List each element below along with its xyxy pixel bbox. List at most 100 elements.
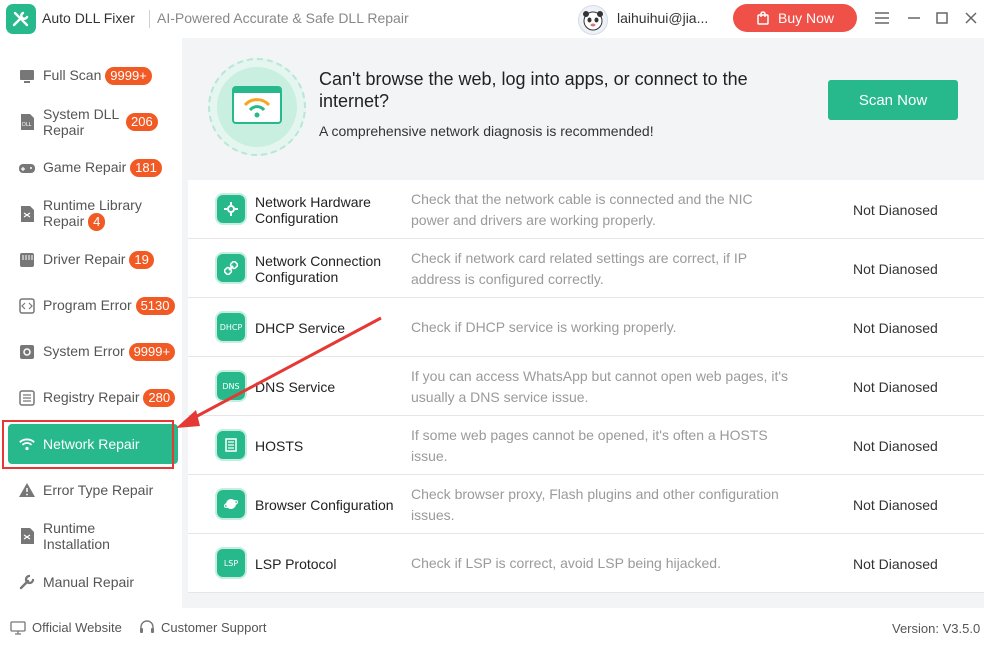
runtime-library-icon [18, 205, 36, 223]
check-status: Not Dianosed [853, 201, 938, 218]
wrench-icon [18, 573, 36, 591]
check-name: DHCP Service [255, 319, 345, 336]
dll-file-icon: DLL [18, 113, 36, 131]
sidebar-item-label: Full Scan [43, 67, 102, 83]
user-name[interactable]: laihuihui@jia... [617, 10, 708, 26]
sidebar-item-label: Manual Repair [43, 574, 135, 590]
sidebar-item-registry-repair[interactable]: Registry Repair 280 [8, 378, 178, 418]
check-name: LSP Protocol [255, 555, 337, 572]
shopping-bag-icon [757, 11, 769, 25]
browser-icon [217, 490, 245, 518]
gamepad-icon [18, 159, 36, 177]
banner-subtitle: A comprehensive network diagnosis is rec… [319, 123, 654, 139]
official-website-link[interactable]: Official Website [10, 620, 122, 635]
check-description: Check browser proxy, Flash plugins and o… [411, 485, 779, 523]
count-badge: 5130 [135, 297, 175, 315]
check-description: If some web pages cannot be opened, it's… [411, 426, 768, 464]
monitor-icon [18, 67, 36, 85]
check-name: Network Connection Configuration [255, 252, 382, 285]
gear-icon [217, 195, 245, 223]
sidebar-item-label: Error Type Repair [43, 482, 154, 498]
sidebar: Full Scan 9999+ DLL System DLL Repair 206… [0, 38, 182, 608]
sidebar-item-label: Program Error [43, 297, 132, 313]
count-badge: 4 [88, 213, 106, 231]
registry-icon [18, 389, 36, 407]
check-status: Not Dianosed [853, 378, 938, 395]
check-name: Network Hardware Configuration [255, 193, 371, 226]
sidebar-item-system-error[interactable]: System Error 9999+ [8, 332, 178, 372]
count-badge: 181 [130, 159, 162, 177]
diagnosis-banner: Can't browse the web, log into apps, or … [188, 38, 984, 180]
sidebar-item-label-line2: Repair [43, 213, 85, 229]
sidebar-item-label-line2: Installation [43, 536, 110, 552]
website-icon [10, 620, 26, 635]
check-description: Check if network card related settings a… [411, 249, 747, 287]
sidebar-item-label: System Error [43, 343, 125, 359]
sidebar-item-error-type-repair[interactable]: Error Type Repair [8, 470, 178, 510]
buy-now-button[interactable]: Buy Now [733, 4, 857, 32]
check-name: DNS Service [255, 378, 336, 395]
check-description: Check that the network cable is connecte… [411, 190, 753, 228]
dhcp-icon: DHCP [217, 313, 245, 341]
version-label: Version: V3.5.0 [892, 621, 981, 636]
check-status: Not Dianosed [853, 260, 938, 277]
check-description: Check if DHCP service is working properl… [411, 319, 677, 335]
highlight-box [2, 420, 174, 469]
check-status: Not Dianosed [853, 496, 938, 513]
title-divider [149, 10, 150, 28]
diagnosis-list: Network Hardware Configuration Check tha… [188, 180, 984, 593]
sidebar-item-system-dll-repair[interactable]: DLL System DLL Repair 206 [8, 102, 178, 142]
sidebar-item-full-scan[interactable]: Full Scan 9999+ [8, 56, 178, 96]
sidebar-item-driver-repair[interactable]: Driver Repair 19 [8, 240, 178, 280]
close-icon[interactable] [961, 8, 981, 28]
gear-icon [18, 343, 36, 361]
table-row: DNS DNS Service If you can access WhatsA… [188, 357, 984, 416]
lsp-icon: LSP [217, 549, 245, 577]
table-row: Browser Configuration Check browser prox… [188, 475, 984, 534]
maximize-icon[interactable] [932, 8, 952, 28]
sidebar-item-game-repair[interactable]: Game Repair 181 [8, 148, 178, 188]
banner-title: Can't browse the web, log into apps, or … [319, 69, 748, 111]
link-icon [217, 254, 245, 282]
menu-icon[interactable] [872, 8, 892, 28]
headset-icon [140, 620, 154, 633]
sidebar-item-program-error[interactable]: Program Error 5130 [8, 286, 178, 326]
check-description: If you can access WhatsApp but cannot op… [411, 367, 789, 405]
sidebar-item-runtime-installation[interactable]: Runtime Installation [8, 516, 178, 556]
hosts-icon [217, 431, 245, 459]
scan-now-button[interactable]: Scan Now [828, 80, 958, 120]
title-bar: Auto DLL Fixer AI-Powered Accurate & Saf… [0, 0, 984, 38]
count-badge: 206 [126, 113, 158, 131]
app-logo-icon [6, 4, 36, 34]
customer-support-link[interactable]: Customer Support [139, 620, 267, 635]
driver-icon [18, 251, 36, 269]
count-badge: 280 [143, 389, 176, 407]
app-tagline: AI-Powered Accurate & Safe DLL Repair [157, 10, 409, 26]
check-description: Check if LSP is correct, avoid LSP being… [411, 555, 721, 571]
warning-icon [18, 481, 36, 499]
sidebar-item-runtime-library-repair[interactable]: Runtime Library Repair 4 [8, 194, 178, 234]
network-illustration-icon [208, 58, 306, 156]
dns-icon: DNS [217, 372, 245, 400]
check-name: Browser Configuration [255, 496, 394, 513]
code-icon [18, 297, 36, 315]
count-badge: 19 [129, 251, 154, 269]
avatar[interactable] [578, 5, 608, 35]
table-row: Network Connection Configuration Check i… [188, 239, 984, 298]
sidebar-item-label-line2: Repair [43, 122, 85, 138]
svg-text:DLL: DLL [22, 122, 32, 128]
sidebar-item-label: Runtime [43, 520, 96, 536]
table-row: HOSTS If some web pages cannot be opened… [188, 416, 984, 475]
table-row: Network Hardware Configuration Check tha… [188, 180, 984, 239]
sidebar-item-label: Registry Repair [43, 389, 140, 405]
official-website-label: Official Website [32, 620, 122, 635]
app-name: Auto DLL Fixer [42, 10, 135, 26]
minimize-icon[interactable] [904, 8, 924, 28]
sidebar-item-label: System DLL [43, 106, 120, 122]
sidebar-item-manual-repair[interactable]: Manual Repair [8, 562, 178, 602]
sidebar-item-label: Runtime Library [43, 197, 142, 213]
table-row: LSP LSP Protocol Check if LSP is correct… [188, 534, 984, 593]
count-badge: 9999+ [105, 67, 152, 85]
footer: Official Website Customer Support Versio… [0, 608, 984, 645]
main-panel: Can't browse the web, log into apps, or … [182, 38, 984, 608]
